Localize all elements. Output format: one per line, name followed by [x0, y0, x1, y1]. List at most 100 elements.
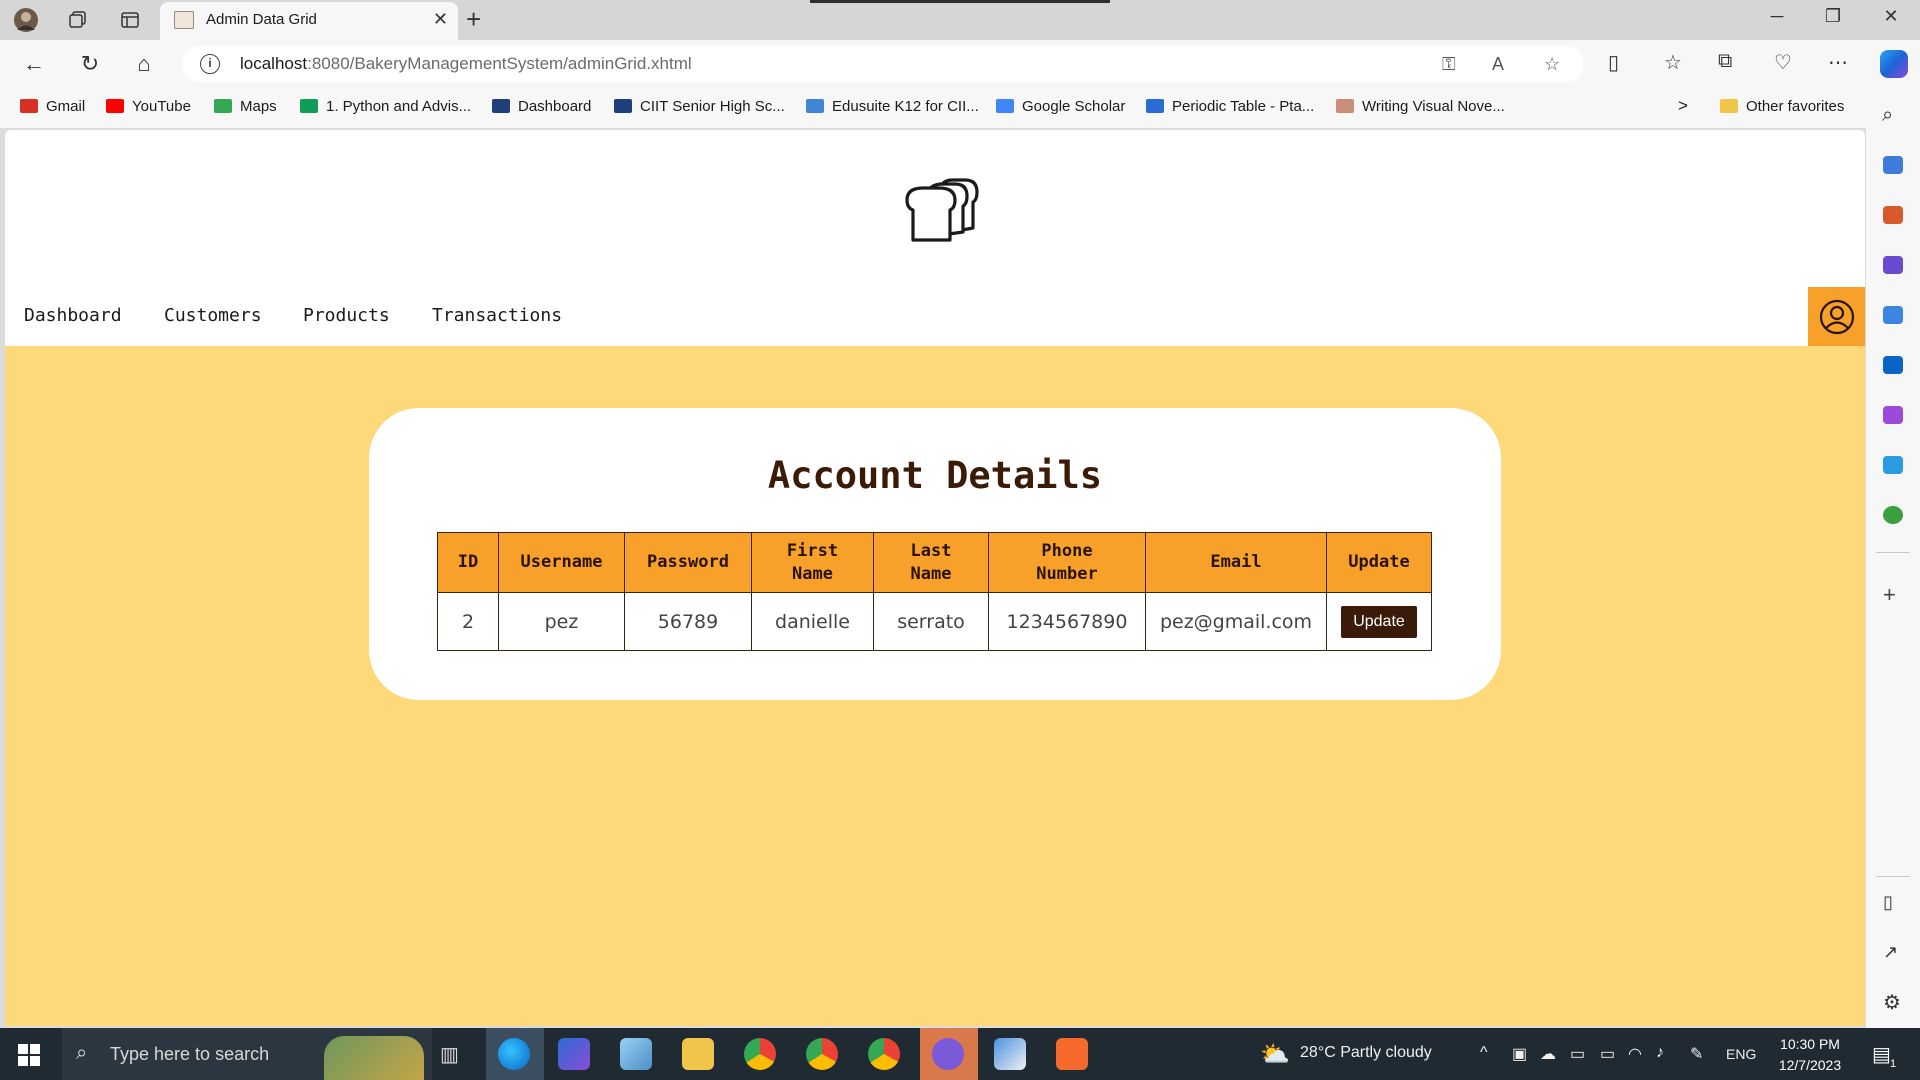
refresh-icon[interactable]: ↻	[76, 50, 104, 78]
favorites-icon[interactable]: ☆	[1664, 50, 1682, 75]
url-text[interactable]: localhost:8080/BakeryManagementSystem/ad…	[240, 54, 692, 74]
bookmark-python[interactable]: 1. Python and Advis...	[300, 98, 471, 115]
tools-icon[interactable]	[1883, 206, 1903, 224]
task-view-icon[interactable]: ▥	[440, 1042, 459, 1067]
tab-close-icon[interactable]: ✕	[433, 9, 448, 30]
restore-icon[interactable]: ❐	[1810, 6, 1856, 27]
file-explorer-icon[interactable]	[682, 1038, 714, 1070]
nav-customers[interactable]: Customers	[164, 305, 262, 326]
tab-admin-data-grid[interactable]: Admin Data Grid ✕	[160, 2, 458, 40]
browser-essentials-icon[interactable]: ♡	[1774, 50, 1792, 75]
battery-saver-icon[interactable]: ▣	[1512, 1044, 1527, 1064]
edusuite-icon	[806, 99, 824, 113]
workspaces-icon[interactable]	[64, 6, 92, 34]
bread-logo-icon[interactable]	[895, 170, 985, 250]
microsoft-365-icon[interactable]	[1883, 306, 1903, 324]
column-header-last-name: Last Name	[873, 532, 989, 593]
virtualbox-icon[interactable]	[994, 1038, 1026, 1070]
taskbar-search-box[interactable]: ⌕ Type here to search	[62, 1028, 432, 1080]
language-indicator[interactable]: ENG	[1726, 1046, 1756, 1062]
chrome-profile-icon[interactable]	[806, 1038, 838, 1070]
site-info-icon[interactable]: i	[200, 54, 220, 74]
windows-taskbar: ⌕ Type here to search ▥ ⛅ 28°C Partly cl…	[0, 1028, 1920, 1080]
bookmark-dashboard[interactable]: Dashboard	[492, 98, 591, 115]
battery-icon[interactable]: ▭	[1600, 1044, 1615, 1064]
edge-browser-icon[interactable]	[498, 1038, 530, 1070]
display-icon[interactable]: ▭	[1570, 1044, 1585, 1064]
hide-sidebar-icon[interactable]: ▯	[1883, 892, 1893, 913]
notes-app-icon[interactable]	[620, 1038, 652, 1070]
bookmark-gmail[interactable]: Gmail	[20, 98, 85, 115]
notifications-icon[interactable]: ▤	[1872, 1042, 1891, 1067]
copilot-icon[interactable]	[1880, 50, 1908, 78]
tab-actions-icon[interactable]	[116, 6, 144, 34]
tab-drag-indicator	[810, 0, 1110, 3]
windows-start-icon[interactable]	[18, 1044, 40, 1066]
bookmark-ciit[interactable]: CIIT Senior High Sc...	[614, 98, 785, 115]
web-page: Dashboard Customers Products Transaction…	[5, 130, 1865, 1026]
system-clock[interactable]: 10:30 PM 12/7/2023	[1760, 1034, 1860, 1076]
other-favorites-folder[interactable]: Other favorites	[1720, 98, 1844, 115]
cell-phone: 1234567890	[988, 592, 1146, 651]
table-row: 2 pez 56789 danielle serrato 1234567890 …	[437, 592, 1432, 651]
weather-icon[interactable]: ⛅	[1260, 1040, 1290, 1069]
designer-icon[interactable]	[1883, 406, 1903, 424]
wifi-icon[interactable]: ◠	[1628, 1044, 1642, 1064]
chrome-profile-icon[interactable]	[744, 1038, 776, 1070]
xampp-icon[interactable]	[1056, 1038, 1088, 1070]
new-tab-button[interactable]: +	[466, 4, 481, 35]
account-details-card: Account Details ID Username Password Fir…	[369, 408, 1501, 700]
favorite-star-icon[interactable]: ☆	[1544, 54, 1560, 75]
weather-text[interactable]: 28°C Partly cloudy	[1300, 1044, 1432, 1062]
search-icon[interactable]: ⌕	[1882, 104, 1893, 127]
back-icon[interactable]: ←	[20, 50, 48, 78]
sidebar-divider	[1876, 552, 1910, 553]
chrome-canary-icon[interactable]	[932, 1038, 964, 1070]
bookmark-maps[interactable]: Maps	[214, 98, 277, 115]
minimize-icon[interactable]: ─	[1754, 6, 1800, 27]
bookmark-google-scholar[interactable]: Google Scholar	[996, 98, 1125, 115]
home-icon[interactable]: ⌂	[130, 50, 158, 78]
bookmark-writing-visual-novel[interactable]: Writing Visual Nove...	[1336, 98, 1505, 115]
add-sidebar-app-icon[interactable]: +	[1883, 582, 1896, 608]
key-icon[interactable]: ⚿	[1442, 54, 1456, 75]
nav-products[interactable]: Products	[303, 305, 390, 326]
volume-icon[interactable]: ♪	[1656, 1044, 1664, 1062]
bookmark-edusuite[interactable]: Edusuite K12 for CII...	[806, 98, 979, 115]
nav-transactions[interactable]: Transactions	[432, 305, 562, 326]
update-button[interactable]: Update	[1341, 605, 1417, 638]
close-window-icon[interactable]: ✕	[1868, 6, 1914, 27]
external-link-icon[interactable]: ↗	[1883, 942, 1898, 963]
bar-chart-icon	[614, 99, 632, 113]
search-highlight-image	[324, 1036, 424, 1080]
column-header-first-name: First Name	[751, 532, 874, 593]
profile-avatar-icon[interactable]	[12, 6, 40, 34]
split-screen-icon[interactable]: ▯	[1608, 50, 1619, 75]
read-aloud-icon[interactable]: A	[1492, 54, 1504, 75]
tree-icon[interactable]	[1883, 506, 1903, 524]
search-icon: ⌕	[76, 1042, 88, 1064]
show-hidden-icons-chevron-icon[interactable]: ^	[1480, 1044, 1488, 1062]
cell-update: Update	[1326, 592, 1432, 651]
nav-dashboard[interactable]: Dashboard	[24, 305, 122, 326]
shopping-tag-icon[interactable]	[1883, 156, 1903, 174]
send-icon[interactable]	[1883, 456, 1903, 474]
collections-icon[interactable]: ⧉	[1718, 50, 1732, 73]
periodic-table-icon	[1146, 99, 1164, 113]
bookmark-periodic-table[interactable]: Periodic Table - Pta...	[1146, 98, 1314, 115]
more-bookmarks-chevron-icon[interactable]: >	[1678, 96, 1688, 116]
user-profile-button[interactable]	[1808, 287, 1865, 346]
outlook-icon[interactable]	[1883, 356, 1903, 374]
games-icon[interactable]	[1883, 256, 1903, 274]
column-header-email: Email	[1145, 532, 1327, 593]
edge-sidebar: ⌕ + ▯ ↗ ⚙	[1866, 88, 1920, 1028]
more-options-icon[interactable]: ⋯	[1828, 50, 1848, 75]
copilot-app-icon[interactable]	[558, 1038, 590, 1070]
bookmark-youtube[interactable]: YouTube	[106, 98, 191, 115]
onedrive-icon[interactable]: ☁	[1540, 1044, 1556, 1064]
tab-title: Admin Data Grid	[206, 11, 317, 28]
chrome-profile-icon[interactable]	[868, 1038, 900, 1070]
settings-gear-icon[interactable]: ⚙	[1883, 990, 1901, 1015]
address-bar[interactable]: i localhost:8080/BakeryManagementSystem/…	[182, 46, 1584, 82]
pen-icon[interactable]: ✎	[1690, 1044, 1703, 1064]
